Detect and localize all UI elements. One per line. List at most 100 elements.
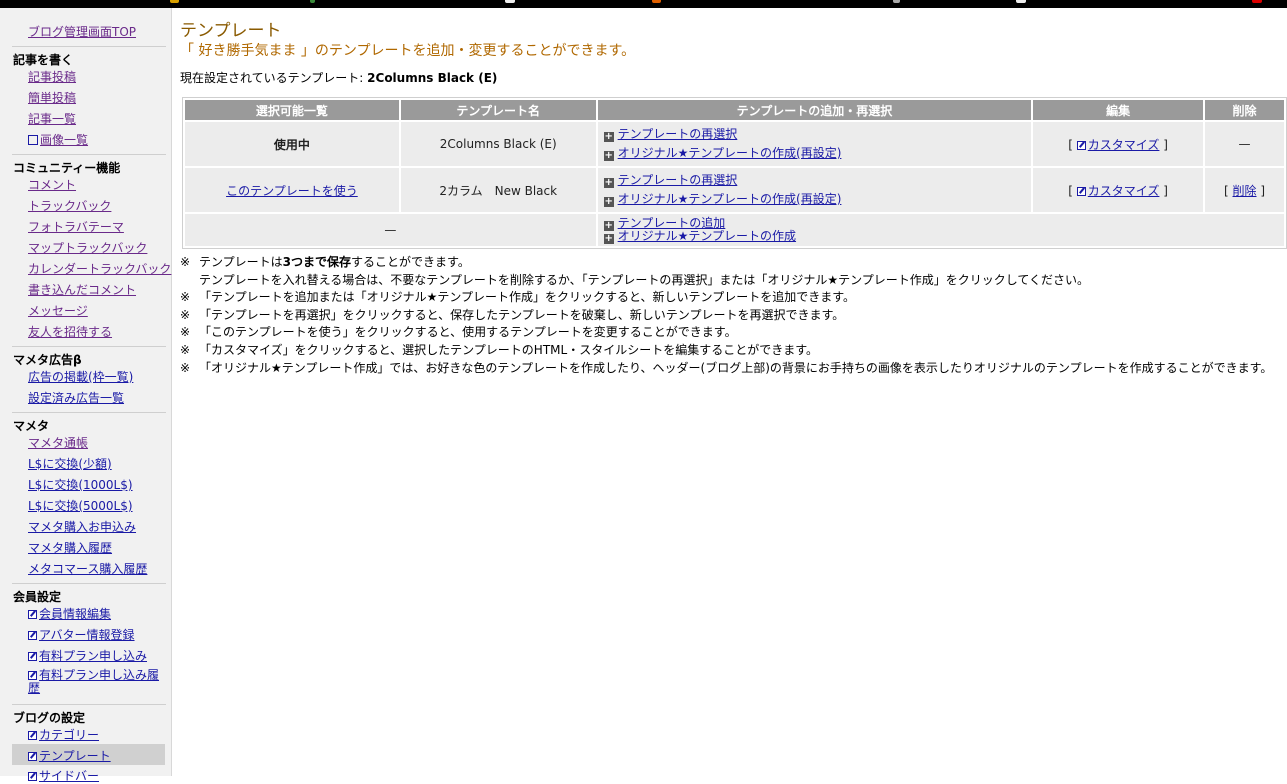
note-mark: ※ (180, 342, 191, 357)
current-template-value: 2Columns Black (E) (367, 71, 498, 85)
toolbar-icon[interactable] (893, 0, 900, 3)
note-item: テンプレートを入れ替える場合は、不要なテンプレートを削除するか、「テンプレートの… (180, 272, 1272, 290)
toolbar-icon[interactable] (505, 0, 515, 3)
sidebar-divider (12, 346, 166, 347)
create-original-template-link[interactable]: オリジナル★テンプレートの作成(再設定) (618, 192, 842, 206)
plus-icon: + (603, 131, 614, 142)
toolbar-icon[interactable] (1252, 0, 1262, 3)
sidebar-item-exchange-5000[interactable]: L$に交換(5000L$) (28, 497, 133, 514)
sidebar-item-label: カテゴリー (39, 728, 100, 742)
table-row: — + テンプレートの追加 + オリジナル★テンプレートの作成 (185, 214, 1284, 246)
edit-icon (28, 772, 37, 781)
create-original-template-link[interactable]: オリジナル★テンプレートの作成(再設定) (618, 146, 842, 160)
plus-icon: + (603, 233, 614, 244)
row-status-cell: このテンプレートを使う (185, 168, 399, 212)
note-text: 「このテンプレートを使う」をクリックすると、使用するテンプレートを変更することが… (199, 325, 737, 340)
create-original-template-link[interactable]: オリジナル★テンプレートの作成 (618, 229, 796, 243)
add-template-link[interactable]: テンプレートの追加 (618, 216, 726, 230)
section-title-member: 会員設定 (13, 590, 62, 604)
sidebar-item-photo-theme[interactable]: フォトラバテーマ (28, 218, 124, 235)
reselect-template-link[interactable]: テンプレートの再選択 (618, 173, 738, 187)
edit-icon (1076, 140, 1086, 150)
toolbar-icon[interactable] (652, 0, 661, 3)
sidebar-item-mameta-book[interactable]: マメタ通帳 (28, 434, 88, 451)
section-title-ads: マメタ広告β (13, 353, 82, 367)
use-this-template-link[interactable]: このテンプレートを使う (226, 184, 358, 198)
customize-link[interactable]: カスタマイズ (1088, 184, 1160, 198)
sidebar-item-paid-plan[interactable]: 有料プラン申し込み (28, 647, 147, 664)
bracket: [ (1068, 183, 1073, 198)
sidebar-divider (12, 412, 166, 413)
reselect-template-link[interactable]: テンプレートの再選択 (618, 127, 738, 141)
sidebar-item-trackback[interactable]: トラックバック (28, 197, 111, 214)
note-mark: ※ (180, 325, 191, 340)
bracket: ] (1163, 183, 1168, 198)
delete-link[interactable]: 削除 (1233, 184, 1257, 198)
edit-icon (28, 731, 37, 740)
sidebar-item-ad-list[interactable]: 設定済み広告一覧 (28, 389, 124, 406)
sidebar-item-quick-post[interactable]: 簡単投稿 (28, 89, 76, 106)
sidebar-item-written-comments[interactable]: 書き込んだコメント (28, 281, 136, 298)
sidebar-item-comment[interactable]: コメント (28, 176, 76, 193)
bracket: ] (1163, 137, 1168, 152)
edit-icon (28, 671, 37, 680)
note-text: 「テンプレートを追加または「オリジナル★テンプレート作成」をクリックすると、新し… (199, 290, 856, 305)
bracket: [ (1223, 183, 1229, 198)
sidebar-item-calendar-trackback[interactable]: カレンダートラックバック (28, 260, 171, 277)
sidebar-item-label: サイドバー (39, 769, 100, 783)
plus-icon: + (603, 196, 614, 207)
sidebar-item-ad-slots[interactable]: 広告の掲載(枠一覧) (28, 368, 133, 385)
row-delete-cell: — (1205, 122, 1284, 166)
sidebar-item-paid-plan-history[interactable]: 有料プラン申し込み履歴 (28, 669, 163, 695)
sidebar-item-exchange-1000[interactable]: L$に交換(1000L$) (28, 476, 133, 493)
template-table: 選択可能一覧 テンプレート名 テンプレートの追加・再選択 編集 削除 使用中 2… (182, 97, 1287, 249)
edit-icon (28, 652, 37, 661)
sidebar-link-blog-top[interactable]: ブログ管理画面TOP (28, 23, 136, 40)
current-template-label: 現在設定されているテンプレート: (180, 71, 364, 85)
note-text: 「テンプレートを再選択」をクリックすると、保存したテンプレートを破棄し、新しいテ… (199, 307, 845, 322)
section-title-mameta: マメタ (13, 419, 50, 433)
note-text: 「カスタマイズ」をクリックすると、選択したテンプレートのHTML・スタイルシート… (199, 342, 818, 357)
sidebar-item-post[interactable]: 記事投稿 (28, 68, 76, 85)
current-template-line: 現在設定されているテンプレート: 2Columns Black (E) (180, 69, 497, 86)
browser-toolbar-strip (0, 0, 1287, 8)
col-header-add-reselect: テンプレートの追加・再選択 (597, 100, 1032, 120)
sidebar-item-category[interactable]: カテゴリー (28, 726, 99, 743)
row-actions: + テンプレートの追加 + オリジナル★テンプレートの作成 (597, 214, 1284, 246)
sidebar-item-label: テンプレート (39, 749, 111, 763)
notes: ※ テンプレートは3つまで保存することができます。 テンプレートを入れ替える場合は… (180, 254, 1272, 377)
note-text: テンプレートを入れ替える場合は、不要なテンプレートを削除するか、「テンプレートの… (199, 272, 1090, 287)
toolbar-icon[interactable] (310, 0, 315, 3)
sidebar-item-mameta-purchase[interactable]: マメタ購入お申込み (28, 518, 136, 535)
toolbar-icon[interactable] (170, 0, 179, 3)
sidebar-item-member-edit[interactable]: 会員情報編集 (28, 605, 111, 622)
sidebar-item-mameta-history[interactable]: マメタ購入履歴 (28, 539, 112, 556)
edit-icon (28, 752, 37, 761)
note-item: ※ 「テンプレートを追加または「オリジナル★テンプレート作成」をクリックすると、新… (180, 289, 1272, 307)
toolbar-icon[interactable] (1016, 0, 1026, 3)
sidebar-item-exchange-small[interactable]: L$に交換(少額) (28, 455, 112, 472)
customize-link[interactable]: カスタマイズ (1088, 138, 1160, 152)
sidebar-item-invite-friend[interactable]: 友人を招待する (28, 323, 112, 340)
note-mark: ※ (180, 290, 191, 305)
image-icon (28, 135, 38, 145)
section-title-blog-settings: ブログの設定 (13, 711, 86, 725)
plus-icon: + (603, 150, 614, 161)
sidebar-item-metacommerce-history[interactable]: メタコマース購入履歴 (28, 560, 147, 577)
sidebar-divider (12, 46, 166, 47)
sidebar-item-message[interactable]: メッセージ (28, 302, 88, 319)
col-header-selectable: 選択可能一覧 (185, 100, 399, 120)
sidebar-item-template[interactable]: テンプレート (28, 747, 111, 764)
note-item: ※ テンプレートは3つまで保存することができます。 (180, 254, 1272, 272)
row-empty-cell: — (185, 214, 596, 246)
edit-icon (1076, 186, 1086, 196)
row-actions: + テンプレートの再選択 + オリジナル★テンプレートの作成(再設定) (597, 168, 1032, 212)
row-delete-cell: [ 削除 ] (1205, 168, 1284, 212)
sidebar-item-label: 有料プラン申し込み (39, 649, 148, 663)
col-header-delete: 削除 (1205, 100, 1284, 120)
sidebar-item-map-trackback[interactable]: マップトラックバック (28, 239, 147, 256)
sidebar-item-avatar[interactable]: アバター情報登録 (28, 626, 135, 643)
sidebar-item-post-list[interactable]: 記事一覧 (28, 110, 76, 127)
sidebar-item-image-list[interactable]: 画像一覧 (28, 131, 88, 148)
table-row: 使用中 2Columns Black (E) + テンプレートの再選択 + オリジナ… (185, 122, 1284, 166)
